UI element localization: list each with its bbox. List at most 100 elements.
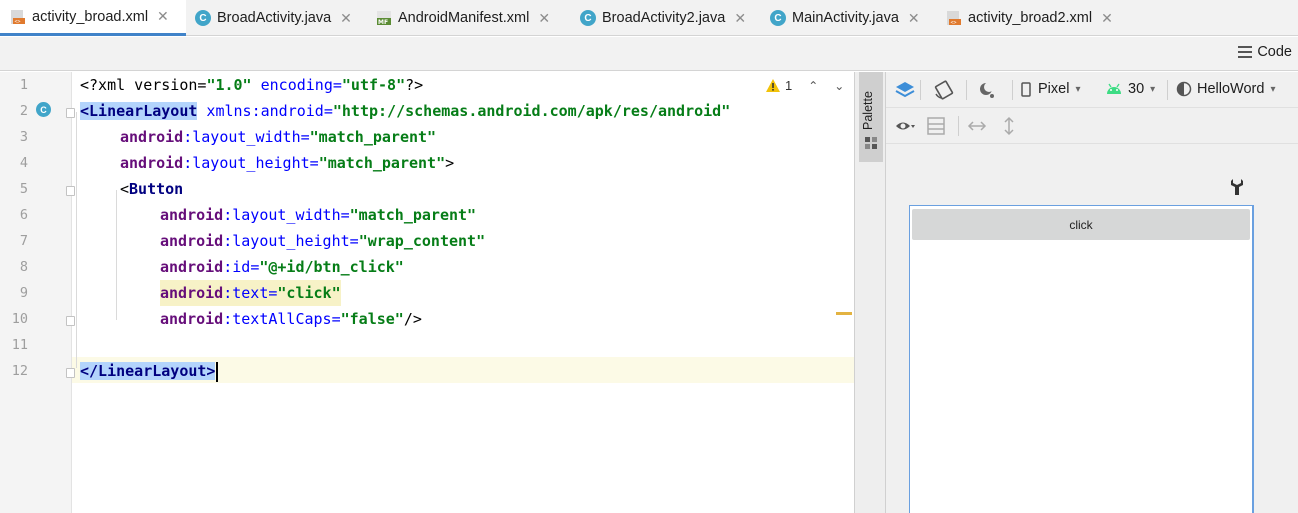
view-options-eye-icon[interactable] [894,116,916,136]
warning-icon [766,79,780,92]
chevron-up-icon[interactable]: ⌃ [808,79,818,93]
tab-label: activity_broad.xml [32,8,149,25]
close-icon[interactable]: ✕ [538,10,550,27]
class-icon: C [770,10,786,26]
palette-icon [865,137,877,149]
class-icon: C [195,10,211,26]
fold-marker[interactable] [66,108,75,118]
palette-side-strip: Palette [854,72,886,513]
code-line-3: android:layout_width="match_parent" [120,128,437,146]
close-icon[interactable]: ✕ [157,8,169,25]
close-icon[interactable]: ✕ [1101,10,1113,27]
indent-guide [116,190,117,320]
theme-selector[interactable]: HelloWord ▾ [1176,81,1275,97]
tab-androidmanifest-xml[interactable]: MF AndroidManifest.xml ✕ [376,0,550,36]
code-line-8: android:id="@+id/btn_click" [160,258,404,276]
code-lines-icon [1238,46,1253,58]
design-toolbar-secondary [886,108,1298,144]
class-icon: C [580,10,596,26]
tab-activity-broad2-xml[interactable]: <> activity_broad2.xml ✕ [946,0,1113,36]
class-gutter-icon[interactable]: C [36,102,51,117]
manifest-icon: MF [377,11,391,26]
api-level-selector[interactable]: 30 ▾ [1106,81,1155,97]
close-icon[interactable]: ✕ [340,10,352,27]
line-number: 3 [19,129,28,145]
line-number: 5 [19,181,28,197]
theme-name: HelloWord [1197,81,1265,97]
expand-horizontal-icon[interactable] [966,116,988,136]
expand-vertical-icon[interactable] [998,116,1020,136]
palette-tab[interactable]: Palette [859,72,883,162]
xml-layout-icon: <> [11,9,25,25]
close-icon[interactable]: ✕ [734,10,746,27]
blueprint-icon[interactable] [926,116,948,136]
line-number: 6 [19,207,28,223]
svg-text:<>: <> [15,19,21,25]
xml-layout-icon: <> [947,11,961,26]
tab-mainactivity-java[interactable]: C MainActivity.java ✕ [770,0,920,36]
phone-icon [1021,81,1031,97]
tab-label: activity_broad2.xml [968,10,1093,26]
tab-broadactivity2-java[interactable]: C BroadActivity2.java ✕ [580,0,746,36]
editor-tab-bar: <> activity_broad.xml ✕ C BroadActivity.… [0,0,1298,36]
chevron-down-icon[interactable]: ⌄ [834,79,844,93]
tab-label: AndroidManifest.xml [398,10,530,26]
code-view-label: Code [1257,44,1292,60]
editor-gutter: 1 2 3 4 5 6 7 8 9 10 11 12 C [0,72,72,513]
tab-label: BroadActivity.java [217,10,332,26]
line-number: 12 [11,363,28,379]
orientation-icon[interactable] [933,80,955,100]
android-icon [1107,83,1121,94]
dropdown-icon: ▾ [1270,83,1276,95]
code-line-5: <Button [120,180,184,198]
line-number: 2 [19,103,28,119]
fold-marker[interactable] [66,368,75,378]
line-number: 10 [11,311,28,327]
dropdown-icon: ▾ [1075,83,1081,95]
wrench-icon[interactable] [1230,178,1244,196]
line-number: 8 [19,259,28,275]
tab-label: BroadActivity2.java [602,10,726,26]
device-selector[interactable]: Pixel ▾ [1021,81,1080,97]
tab-label: MainActivity.java [792,10,899,26]
warning-count: 1 [785,78,793,93]
preview-button[interactable]: click [912,209,1250,240]
text-caret [216,361,219,382]
code-line-7: android:layout_height="wrap_content" [160,232,486,250]
close-icon[interactable]: ✕ [908,10,920,27]
device-preview-screen[interactable]: click [909,205,1254,513]
code-line-10: android:textAllCaps="false"/> [160,310,422,328]
layers-icon[interactable] [894,80,916,100]
code-line-6: android:layout_width="match_parent" [160,206,477,224]
line-number: 7 [19,233,28,249]
svg-text:MF: MF [378,19,388,26]
api-level: 30 [1128,81,1145,97]
theme-icon [1176,81,1192,97]
code-line-1: <?xml version="1.0" encoding="utf-8"?> [80,76,424,94]
warning-stripe-marker[interactable] [836,312,852,315]
layout-design-panel: Pixel ▾ 30 ▾ HelloWord ▾ click [886,72,1298,513]
code-editor[interactable]: 1 2 3 4 5 6 7 8 9 10 11 12 C <?xml versi… [0,72,854,513]
view-mode-bar: Code [0,37,1298,71]
night-mode-icon[interactable] [976,80,998,100]
design-toolbar: Pixel ▾ 30 ▾ HelloWord ▾ [886,72,1298,108]
line-number: 4 [19,155,28,171]
line-number: 9 [19,285,28,301]
code-view-button[interactable]: Code [1238,44,1292,60]
fold-marker[interactable] [66,316,75,326]
indent-guide [76,112,77,368]
code-line-12: </LinearLayout> [80,358,219,384]
line-number: 11 [11,337,28,353]
device-name: Pixel [1038,81,1070,97]
svg-text:<>: <> [951,20,957,26]
code-line-4: android:layout_height="match_parent"> [120,154,455,172]
code-line-2: <LinearLayout xmlns:android="http://sche… [80,102,731,120]
code-line-9: android:text="click" [160,280,341,306]
tab-broadactivity-java[interactable]: C BroadActivity.java ✕ [195,0,352,36]
dropdown-icon: ▾ [1150,83,1156,95]
palette-label: Palette [861,91,875,130]
inspection-widget[interactable]: 1 ⌃ ⌄ [766,78,844,93]
line-number: 1 [19,77,28,93]
tab-activity-broad-xml[interactable]: <> activity_broad.xml ✕ [0,0,186,36]
fold-marker[interactable] [66,186,75,196]
